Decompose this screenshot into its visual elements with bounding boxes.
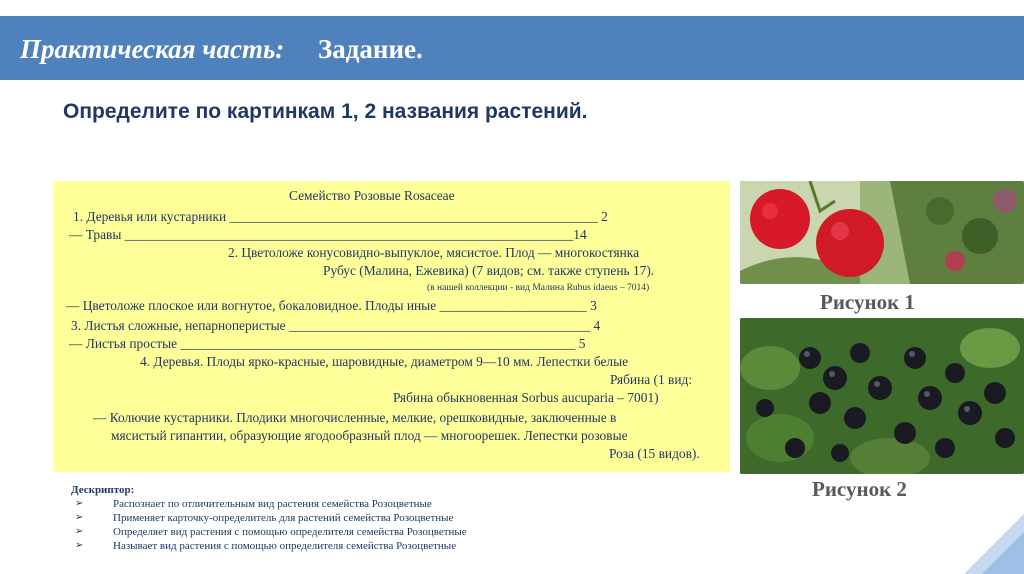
key-title: Семейство Розовые Rosaceae	[289, 188, 455, 203]
key-line: 1. Деревья или кустарники ______________…	[73, 209, 608, 224]
key-line: — Травы ________________________________…	[69, 227, 587, 242]
descriptor-item: ➢ Определяет вид растения с помощью опред…	[75, 526, 467, 538]
task-heading: Определите по картинкам 1, 2 названия ра…	[63, 100, 588, 123]
key-line: Рябина обыкновенная Sorbus aucuparia – 7…	[393, 390, 659, 405]
key-line: 3. Листья сложные, непарноперистые _____…	[71, 318, 601, 333]
key-line: Роза (15 видов).	[609, 446, 700, 461]
check-arrow-icon: ➢	[75, 512, 84, 523]
figure-2-caption: Рисунок 2	[812, 477, 907, 501]
key-line: — Цветоложе плоское или вогнутое, бокало…	[66, 298, 597, 313]
identification-key: Семейство Розовые Rosaceae 1. Деревья ил…	[53, 181, 730, 472]
descriptor-list: Дескриптор: ➢ Распознает по отличительным…	[71, 483, 467, 553]
key-line: — Листья простые _______________________…	[69, 336, 586, 351]
slide-header: Практическая часть: Задание.	[0, 16, 1024, 80]
descriptor-item: ➢ Применяет карточку-определитель для рас…	[75, 512, 454, 524]
top-strip	[0, 0, 1024, 16]
key-line: мясистый гипантии, образующие ягодообраз…	[111, 428, 628, 443]
key-line: 4. Деревья. Плоды ярко-красные, шаровидн…	[140, 354, 629, 369]
raspberry-photo	[740, 181, 1024, 284]
key-line: 2. Цветоложе конусовидно-выпуклое, мясис…	[228, 245, 640, 260]
check-arrow-icon: ➢	[75, 498, 84, 509]
figure-1-caption: Рисунок 1	[820, 290, 915, 314]
check-arrow-icon: ➢	[75, 540, 84, 551]
key-line: Рябина (1 вид:	[610, 372, 693, 387]
corner-decoration	[964, 514, 1024, 574]
header-title-italic: Практическая часть:	[20, 34, 285, 64]
key-line: Рубус (Малина, Ежевика) (7 видов; см. та…	[323, 263, 655, 278]
descriptor-item: ➢ Распознает по отличительным вид растени…	[75, 498, 432, 510]
header-title-main: Задание.	[318, 34, 423, 64]
check-arrow-icon: ➢	[75, 526, 84, 537]
descriptor-title: Дескриптор:	[71, 484, 135, 496]
key-line: (в нашей коллекции - вид Малина Rubus id…	[427, 283, 650, 293]
blackberry-photo	[740, 318, 1024, 474]
descriptor-item: ➢ Называет вид растения с помощью определ…	[75, 540, 457, 552]
key-line: — Колючие кустарники. Плодики многочисле…	[93, 410, 617, 425]
